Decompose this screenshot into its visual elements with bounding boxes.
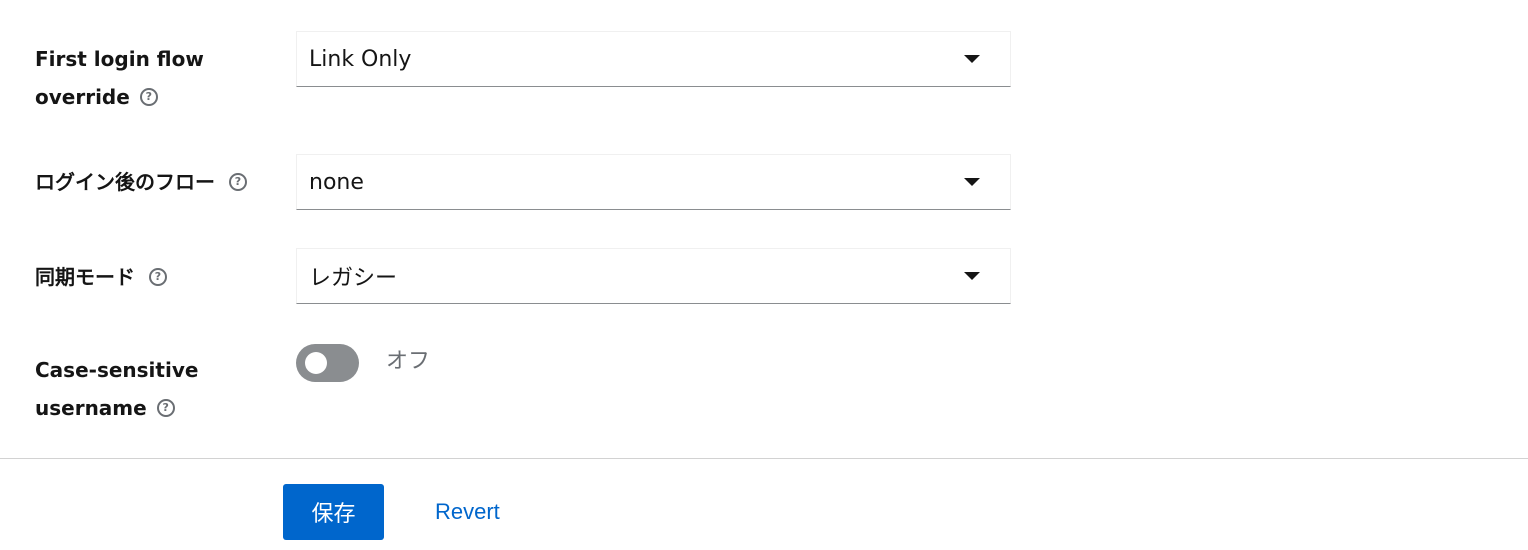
case-sensitive-toggle[interactable]: [296, 344, 359, 382]
revert-button[interactable]: Revert: [435, 494, 500, 530]
case-sensitive-state-text: オフ: [386, 349, 431, 374]
first-login-flow-label-line2: override: [35, 85, 130, 109]
first-login-flow-value: Link Only: [309, 46, 412, 72]
toggle-knob: [305, 352, 327, 374]
caret-down-icon: [964, 55, 980, 63]
case-sensitive-label-line2-wrap: username: [35, 389, 198, 427]
first-login-flow-label: First login flow override: [35, 40, 204, 116]
post-login-flow-select[interactable]: none: [296, 154, 1011, 210]
question-circle-icon[interactable]: [156, 398, 175, 417]
case-sensitive-label: Case-sensitive username: [35, 351, 198, 427]
post-login-flow-label-text: ログイン後のフロー: [35, 170, 215, 194]
case-sensitive-label-line2: username: [35, 396, 147, 420]
form-divider: [0, 458, 1528, 459]
sync-mode-select[interactable]: レガシー: [296, 248, 1011, 304]
question-circle-icon[interactable]: [139, 87, 158, 106]
first-login-flow-select[interactable]: Link Only: [296, 31, 1011, 87]
caret-down-icon: [964, 272, 980, 280]
save-button[interactable]: 保存: [283, 484, 384, 540]
post-login-flow-label: ログイン後のフロー: [35, 163, 247, 201]
sync-mode-value: レガシー: [309, 266, 398, 291]
caret-down-icon: [964, 178, 980, 186]
identity-provider-settings-form: First login flow override Link Only ログイン…: [0, 0, 1528, 550]
sync-mode-label: 同期モード: [35, 258, 167, 296]
post-login-flow-value: none: [309, 169, 364, 195]
question-circle-icon[interactable]: [229, 172, 247, 191]
sync-mode-label-text: 同期モード: [35, 265, 135, 289]
first-login-flow-label-line2-wrap: override: [35, 78, 204, 116]
first-login-flow-label-line1: First login flow: [35, 47, 204, 71]
question-circle-icon[interactable]: [149, 267, 167, 286]
case-sensitive-label-line1: Case-sensitive: [35, 358, 199, 382]
